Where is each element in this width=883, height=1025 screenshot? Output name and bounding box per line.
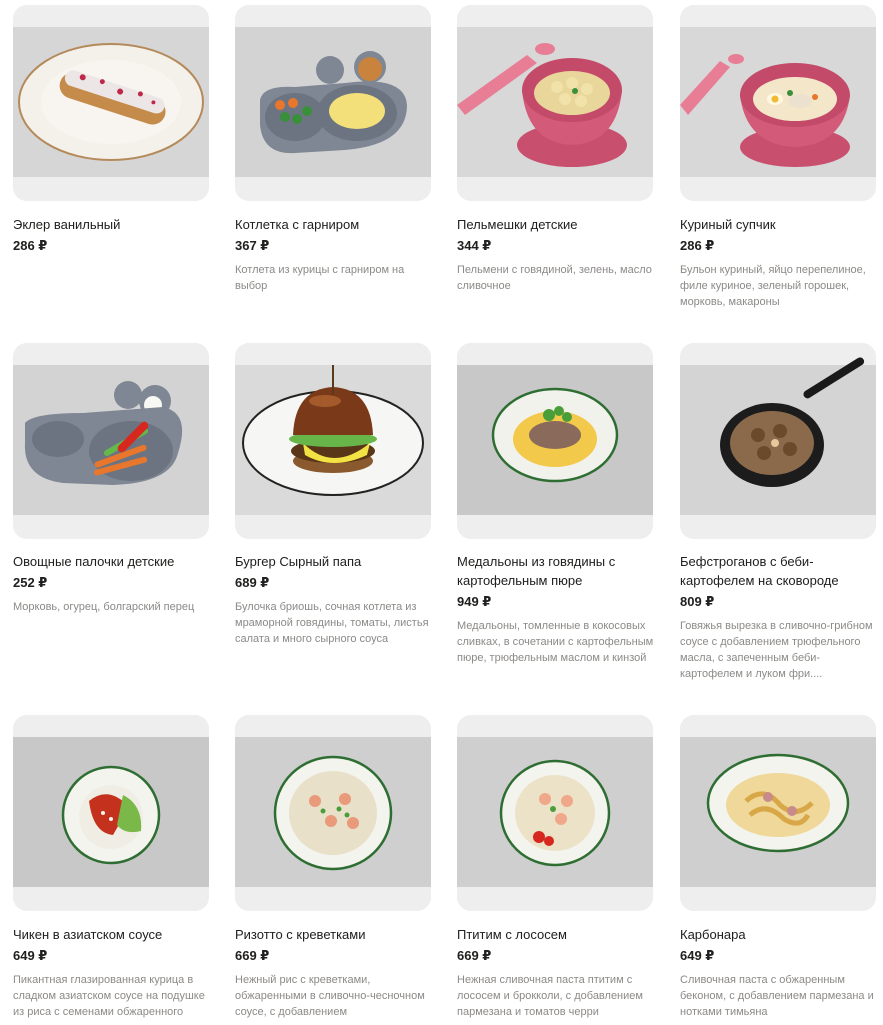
product-title: Куриный супчик xyxy=(680,217,776,232)
product-title: Бефстроганов с беби-картофелем на сковор… xyxy=(680,554,839,588)
product-description: Медальоны, томленные в кокосовых сливках… xyxy=(457,620,654,664)
product-description: Нежная сливочная паста птитим с лососем … xyxy=(457,974,643,1018)
product-title: Медальоны из говядины с картофельным пюр… xyxy=(457,554,616,588)
product-description: Бульон куриный, яйцо перепелиное, филе к… xyxy=(680,264,866,308)
carbonara-bowl-image[interactable] xyxy=(680,715,876,911)
ptitim-bowl-image[interactable] xyxy=(457,715,653,911)
risotto-bowl-image[interactable] xyxy=(235,715,431,911)
product-description: Сливочная паста с обжаренным беконом, с … xyxy=(680,974,874,1018)
product-price: 367 ₽ xyxy=(235,238,270,253)
kids-crab-plate-image[interactable] xyxy=(235,5,431,201)
product-price: 344 ₽ xyxy=(457,238,492,253)
product-title: Бургер Сырный папа xyxy=(235,554,362,569)
product-price: 286 ₽ xyxy=(13,238,48,253)
product-price: 949 ₽ xyxy=(457,594,492,609)
product-title: Котлетка с гарниром xyxy=(235,217,360,232)
product-price: 649 ₽ xyxy=(680,948,715,963)
product-title: Птитим с лососем xyxy=(457,927,567,942)
product-price: 809 ₽ xyxy=(680,594,715,609)
product-description: Пельмени с говядиной, зелень, масло слив… xyxy=(457,264,652,292)
pink-bowl-soup-image[interactable] xyxy=(680,5,876,201)
product-grid: Эклер ванильный 286 ₽ Котлетка с гарниро… xyxy=(0,0,883,1025)
product-description: Пикантная глазированная курица в сладком… xyxy=(13,974,205,1018)
product-price: 649 ₽ xyxy=(13,948,48,963)
product-title: Овощные палочки детские xyxy=(13,554,175,569)
product-price: 286 ₽ xyxy=(680,238,715,253)
eclair-plate-image[interactable] xyxy=(13,5,209,201)
pink-bowl-dumplings-image[interactable] xyxy=(457,5,653,201)
beef-medallions-bowl-image[interactable] xyxy=(457,343,653,539)
kids-crab-plate-vegetables-image[interactable] xyxy=(13,343,209,539)
product-price: 252 ₽ xyxy=(13,575,48,590)
product-description: Морковь, огурец, болгарский перец xyxy=(13,601,195,613)
product-title: Чикен в азиатском соусе xyxy=(13,927,163,942)
product-description: Говяжья вырезка в сливочно-грибном соусе… xyxy=(680,620,873,680)
burger-plate-image[interactable] xyxy=(235,343,431,539)
product-title: Карбонара xyxy=(680,927,746,942)
skillet-stroganoff-image[interactable] xyxy=(680,343,876,539)
product-description: Булочка бриошь, сочная котлета из мрамор… xyxy=(235,601,429,645)
product-description: Котлета из курицы с гарниром на выбор xyxy=(235,264,405,292)
product-price: 689 ₽ xyxy=(235,575,270,590)
asian-chicken-bowl-image[interactable] xyxy=(13,715,209,911)
product-price: 669 ₽ xyxy=(457,948,492,963)
product-description: Нежный рис с креветками, обжаренными в с… xyxy=(235,974,425,1018)
product-title: Ризотто с креветками xyxy=(235,927,366,942)
product-price: 669 ₽ xyxy=(235,948,270,963)
product-title: Эклер ванильный xyxy=(13,217,121,232)
product-title: Пельмешки детские xyxy=(457,217,578,232)
